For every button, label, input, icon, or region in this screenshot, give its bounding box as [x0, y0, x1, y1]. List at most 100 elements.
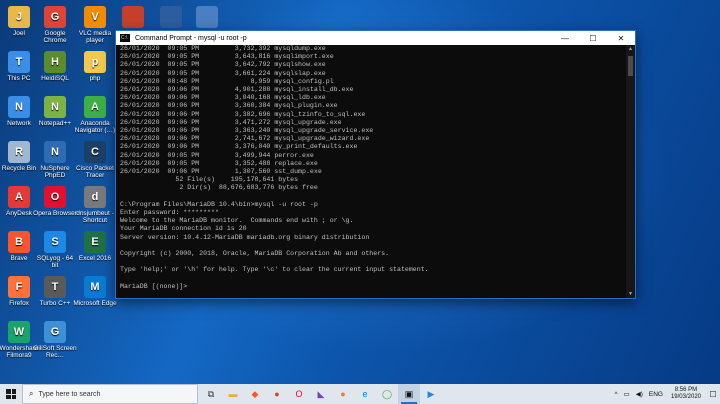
console-line: MariaDB [(none)]>	[120, 282, 188, 290]
system-tray: ^ ▭ ◀) ENG 8:56 PM 19/03/2020 ☐	[611, 384, 720, 404]
taskbar-apps: ⧉ ▬ ◆ ● O ◣ ● e ◯ ▣ ▶	[200, 384, 442, 404]
anaconda-icon: A	[84, 96, 106, 118]
screen-recorder-icon: G	[44, 321, 66, 343]
brave-icon[interactable]: ◆	[244, 384, 266, 404]
vlc-icon: V	[84, 6, 106, 28]
desktop-icon-label: VLC media player	[78, 30, 112, 44]
phped-icon: N	[44, 141, 66, 163]
folder-icon: p	[84, 51, 106, 73]
command-prompt-icon[interactable]: ▣	[398, 384, 420, 404]
desktop-icon-label: NuSphere PhpED	[40, 165, 70, 179]
close-button[interactable]: ✕	[607, 34, 635, 43]
minimize-button[interactable]: —	[551, 34, 579, 43]
console-line: 26/01/2020 09:06 PM 3,376,040 my_print_d…	[120, 143, 358, 151]
firefox-icon: F	[8, 276, 30, 298]
desktop-icon[interactable]: T Turbo C++	[33, 276, 77, 307]
command-prompt-window[interactable]: C:\ Command Prompt - mysql -u root -p — …	[115, 30, 636, 299]
desktop-icon-label: Excel 2016	[78, 255, 112, 262]
desktop-icon[interactable]: d dnsjumbeut - Shortcut	[73, 186, 117, 224]
opera-icon[interactable]: O	[288, 384, 310, 404]
console-line: 26/01/2020 09:06 PM 3,040,168 mysql_ldb.…	[120, 94, 326, 102]
network-status-icon[interactable]: ▭	[621, 390, 633, 398]
notification-center-icon[interactable]: ☐	[706, 390, 720, 399]
console-line: 26/01/2020 09:06 PM 3,363,240 mysql_upgr…	[120, 127, 374, 135]
anaconda-icon[interactable]: ◯	[376, 384, 398, 404]
desktop-icon-label: SQLyog - 64 bit	[36, 255, 74, 269]
desktop-icon[interactable]: E Excel 2016	[73, 231, 117, 262]
task-view-icon[interactable]: ⧉	[200, 384, 222, 404]
network-icon: N	[8, 96, 30, 118]
console-line: Enter password: *********	[120, 209, 219, 217]
volume-icon[interactable]: ◀)	[633, 390, 646, 398]
console-line: 52 File(s) 195,178,641 bytes	[120, 176, 299, 184]
search-placeholder: Type here to search	[38, 390, 101, 398]
scroll-up-icon[interactable]: ▲	[626, 45, 635, 53]
user-folder-icon: J	[8, 6, 30, 28]
desktop-icon-label: php	[89, 75, 101, 82]
console-line: 26/01/2020 08:48 PM 8,959 mysql_config.p…	[120, 77, 334, 85]
brave-icon: B	[8, 231, 30, 253]
desktop-icon[interactable]: G GiliSoft Screen Rec…	[33, 321, 77, 359]
desktop-icon-label: Anaconda Navigator (…)	[74, 120, 116, 134]
start-button[interactable]	[0, 384, 22, 404]
taskbar-clock[interactable]: 8:56 PM 19/03/2020	[666, 387, 706, 401]
desktop-icon[interactable]: S SQLyog - 64 bit	[33, 231, 77, 269]
desktop-icon[interactable]: N Notepad++	[33, 96, 77, 127]
window-titlebar[interactable]: C:\ Command Prompt - mysql -u root -p — …	[116, 31, 635, 45]
file-explorer-icon[interactable]: ▬	[222, 384, 244, 404]
desktop-icon[interactable]	[185, 6, 229, 30]
console-line: 26/01/2020 09:06 PM 3,471,272 mysql_upgr…	[120, 118, 342, 126]
edge-icon[interactable]: e	[354, 384, 376, 404]
taskbar: ⌕ Type here to search ⧉ ▬ ◆ ● O ◣ ● e ◯ ▣ ▶ ^ ▭ ◀)…	[0, 384, 720, 404]
console-line: 26/01/2020 09:06 PM 2,741,672 mysql_upgr…	[120, 135, 370, 143]
desktop-icon[interactable]: A Anaconda Navigator (…)	[73, 96, 117, 134]
opera-icon: O	[44, 186, 66, 208]
scroll-down-icon[interactable]: ▼	[626, 290, 635, 298]
console-output[interactable]: 26/01/2020 09:05 PM 3,732,392 mysqldump.…	[116, 45, 626, 298]
clock-time: 8:56 PM	[674, 387, 698, 393]
network-app-icon	[196, 6, 218, 28]
edge-icon: M	[84, 276, 106, 298]
desktop-icon[interactable]: H HeidiSQL	[33, 51, 77, 82]
chrome-icon[interactable]: ●	[266, 384, 288, 404]
console-line: 26/01/2020 09:05 PM 3,643,816 mysqlimpor…	[120, 53, 334, 61]
console-line: C:\Program Files\MariaDB 10.4\bin>mysql …	[120, 200, 318, 208]
desktop-icon-label: GiliSoft Screen Rec…	[33, 345, 77, 359]
console-scrollbar[interactable]: ▲ ▼	[626, 45, 635, 298]
desktop-icon-label: HeidiSQL	[41, 75, 69, 82]
tray-overflow-chevron-icon[interactable]: ^	[611, 391, 620, 398]
console-line: 26/01/2020 09:06 PM 3,360,384 mysql_plug…	[120, 102, 338, 110]
desktop-icon-label: dnsjumbeut - Shortcut	[76, 210, 114, 224]
desktop-icon[interactable]: C Cisco Packet Tracer	[73, 141, 117, 179]
visual-studio-icon[interactable]: ◣	[310, 384, 332, 404]
recycle-bin-icon: R	[8, 141, 30, 163]
scrollbar-thumb[interactable]	[628, 56, 633, 76]
desktop-icon[interactable]: M Microsoft Edge	[73, 276, 117, 307]
taskbar-search-box[interactable]: ⌕ Type here to search	[22, 384, 198, 404]
desktop-icon[interactable]: O Opera Browser	[33, 186, 77, 217]
window-title: Command Prompt - mysql -u root -p	[135, 34, 247, 42]
console-line: Copyright (c) 2000, 2018, Oracle, MariaD…	[120, 250, 390, 258]
media-player-icon[interactable]: ▶	[420, 384, 442, 404]
filmora-icon: W	[8, 321, 30, 343]
console-line: 26/01/2020 09:06 PM 1,307,560 sst_dump.e…	[120, 168, 322, 176]
desktop-icon-label: Microsoft Edge	[73, 300, 117, 307]
heidisql-icon: H	[44, 51, 66, 73]
desktop-icon-label: Opera Browser	[33, 210, 77, 217]
console-line: Welcome to the MariaDB monitor. Commands…	[120, 217, 354, 225]
console-line: 26/01/2020 09:05 PM 3,499,944 perror.exe	[120, 151, 314, 159]
console-line: 2 Dir(s) 88,676,683,776 bytes free	[120, 184, 318, 192]
turbo-cpp-icon: T	[44, 276, 66, 298]
desktop-icon[interactable]: N NuSphere PhpED	[33, 141, 77, 179]
desktop-icon[interactable]: p php	[73, 51, 117, 82]
powerpoint-icon	[122, 6, 144, 28]
console-line: 26/01/2020 09:05 PM 3,732,392 mysqldump.…	[120, 45, 326, 52]
maximize-button[interactable]: ☐	[579, 34, 607, 43]
desktop-icon[interactable]: G Google Chrome	[33, 6, 77, 44]
language-indicator[interactable]: ENG	[646, 391, 666, 398]
firefox-icon[interactable]: ●	[332, 384, 354, 404]
console-line: 26/01/2020 09:06 PM 3,382,696 mysql_tzin…	[120, 110, 366, 118]
